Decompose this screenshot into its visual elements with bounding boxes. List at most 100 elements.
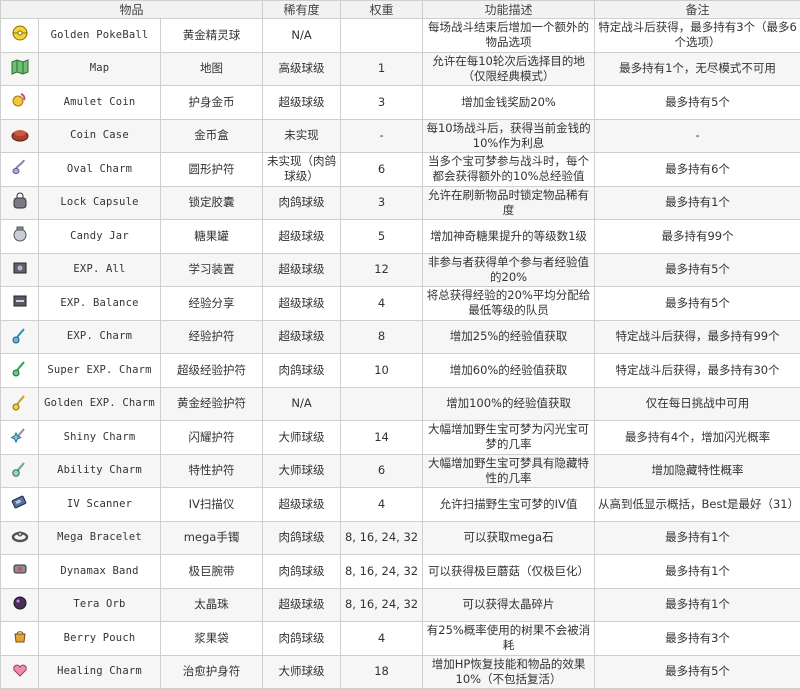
item-english-name: Berry Pouch <box>38 621 161 656</box>
item-english-name: Shiny Charm <box>38 420 161 455</box>
item-icon-cell <box>0 319 39 354</box>
item-rarity: 超级球级 <box>262 252 342 287</box>
table-row: Ability Charm 特性护符 大师球级 6 大幅增加野生宝可梦具有隐藏特性的几率… <box>0 453 800 488</box>
item-chinese-name: 经验分享 <box>159 286 264 321</box>
item-weight: 3 <box>340 85 424 120</box>
table-row: Coin Case 金币盒 未实现 - 每10场战斗后，获得当前金钱的10%作为利息 - <box>0 118 800 153</box>
item-chinese-name: mega手镯 <box>159 520 264 555</box>
item-english-name: Dynamax Band <box>38 554 161 589</box>
item-rarity: 肉鸽球级 <box>262 554 342 589</box>
table-row: Healing Charm 治愈护身符 大师球级 18 增加HP恢复技能和物品的效果10… <box>0 654 800 689</box>
item-icon-cell <box>0 286 39 321</box>
header-item: 物品 <box>0 0 264 19</box>
item-english-name: Tera Orb <box>38 587 161 622</box>
item-rarity: 大师球级 <box>262 654 342 689</box>
item-english-name: Coin Case <box>38 118 161 153</box>
header-note: 备注 <box>594 0 800 19</box>
item-description: 增加HP恢复技能和物品的效果10%（不包括复活） <box>422 654 596 689</box>
item-icon-cell <box>0 51 39 86</box>
item-english-name: EXP. All <box>38 252 161 287</box>
table-row: Shiny Charm 闪耀护符 大师球级 14 大幅增加野生宝可梦为闪光宝可梦的几率最… <box>0 420 800 455</box>
table-row: Golden PokeBall 黄金精灵球 N/A 每场战斗结束后增加一个额外的物品选… <box>0 18 800 53</box>
item-icon-cell <box>0 219 39 254</box>
item-english-name: Golden EXP. Charm <box>38 386 161 421</box>
item-rarity: 肉鸽球级 <box>262 353 342 388</box>
item-weight <box>340 386 424 421</box>
table-row: Candy Jar 糖果罐 超级球级 5 增加神奇糖果提升的等级数1级 最多持有99个 <box>0 219 800 254</box>
item-english-name: EXP. Balance <box>38 286 161 321</box>
item-english-name: Amulet Coin <box>38 85 161 120</box>
item-rarity: 超级球级 <box>262 487 342 522</box>
item-description: 可以获取mega石 <box>422 520 596 555</box>
item-english-name: Lock Capsule <box>38 185 161 220</box>
table-row: EXP. Balance 经验分享 超级球级 4 将总获得经验的20%平均分配给最低等级… <box>0 286 800 321</box>
item-description: 增加金钱奖励20% <box>422 85 596 120</box>
item-description: 允许扫描野生宝可梦的IV值 <box>422 487 596 522</box>
item-english-name: Golden PokeBall <box>38 18 161 53</box>
table-row: IV Scanner IV扫描仪 超级球级 4 允许扫描野生宝可梦的IV值 从高到低显示概… <box>0 487 800 522</box>
item-rarity: 肉鸽球级 <box>262 520 342 555</box>
item-weight: 8, 16, 24, 32 <box>340 554 424 589</box>
item-note: - <box>594 118 800 153</box>
candy-jar-icon <box>11 225 29 247</box>
item-icon-cell <box>0 185 39 220</box>
item-rarity: 肉鸽球级 <box>262 621 342 656</box>
table-row: Dynamax Band 极巨腕带 肉鸽球级 8, 16, 24, 32 可以获得极巨蘑… <box>0 554 800 589</box>
item-rarity: 未实现（肉鸽球级） <box>262 152 342 187</box>
item-weight: 4 <box>340 286 424 321</box>
item-weight: 6 <box>340 453 424 488</box>
exp-all-icon <box>11 259 29 281</box>
table-row: Lock Capsule 锁定胶囊 肉鸽球级 3 允许在刷新物品时锁定物品稀有度 最多持有… <box>0 185 800 220</box>
item-chinese-name: 黄金精灵球 <box>159 18 264 53</box>
exp-balance-icon <box>11 292 29 314</box>
item-chinese-name: 经验护符 <box>159 319 264 354</box>
item-weight: 8 <box>340 319 424 354</box>
item-weight: 14 <box>340 420 424 455</box>
item-icon-cell <box>0 587 39 622</box>
item-rarity: 超级球级 <box>262 219 342 254</box>
item-weight <box>340 18 424 53</box>
lock-capsule-icon <box>11 192 29 214</box>
item-description: 可以获得极巨蘑菇（仅极巨化） <box>422 554 596 589</box>
iv-scanner-icon <box>10 493 30 515</box>
item-note: 特定战斗后获得，最多持有99个 <box>594 319 800 354</box>
item-description: 大幅增加野生宝可梦具有隐藏特性的几率 <box>422 453 596 488</box>
item-icon-cell <box>0 520 39 555</box>
item-chinese-name: 太晶珠 <box>159 587 264 622</box>
item-description: 允许在刷新物品时锁定物品稀有度 <box>422 185 596 220</box>
item-note: 最多持有1个，无尽模式不可用 <box>594 51 800 86</box>
exp-charm-icon <box>11 326 29 348</box>
item-english-name: Map <box>38 51 161 86</box>
item-note: 最多持有5个 <box>594 252 800 287</box>
item-description: 增加60%的经验值获取 <box>422 353 596 388</box>
item-description: 每场战斗结束后增加一个额外的物品选项 <box>422 18 596 53</box>
item-chinese-name: 浆果袋 <box>159 621 264 656</box>
header-description: 功能描述 <box>422 0 596 19</box>
item-english-name: IV Scanner <box>38 487 161 522</box>
item-chinese-name: 特性护符 <box>159 453 264 488</box>
golden-exp-charm-icon <box>11 393 29 415</box>
item-chinese-name: 圆形护符 <box>159 152 264 187</box>
item-icon-cell <box>0 654 39 689</box>
item-weight: 5 <box>340 219 424 254</box>
item-note: 从高到低显示概括，Best是最好（31） <box>594 487 800 522</box>
item-weight: 8, 16, 24, 32 <box>340 520 424 555</box>
item-note: 最多持有5个 <box>594 654 800 689</box>
coin-case-icon <box>10 126 30 146</box>
item-rarity: N/A <box>262 18 342 53</box>
item-weight: 8, 16, 24, 32 <box>340 587 424 622</box>
item-rarity: 未实现 <box>262 118 342 153</box>
item-note: 增加隐藏特性概率 <box>594 453 800 488</box>
item-rarity: 超级球级 <box>262 587 342 622</box>
amulet-coin-icon <box>11 91 29 113</box>
item-description: 每10场战斗后，获得当前金钱的10%作为利息 <box>422 118 596 153</box>
golden-pokeball-icon <box>11 24 29 46</box>
item-rarity: 高级球级 <box>262 51 342 86</box>
item-icon-cell <box>0 621 39 656</box>
item-weight: 6 <box>340 152 424 187</box>
item-weight: 1 <box>340 51 424 86</box>
table-row: Tera Orb 太晶珠 超级球级 8, 16, 24, 32 可以获得太晶碎片 最多持有… <box>0 587 800 622</box>
item-icon-cell <box>0 554 39 589</box>
item-icon-cell <box>0 118 39 153</box>
item-description: 增加神奇糖果提升的等级数1级 <box>422 219 596 254</box>
